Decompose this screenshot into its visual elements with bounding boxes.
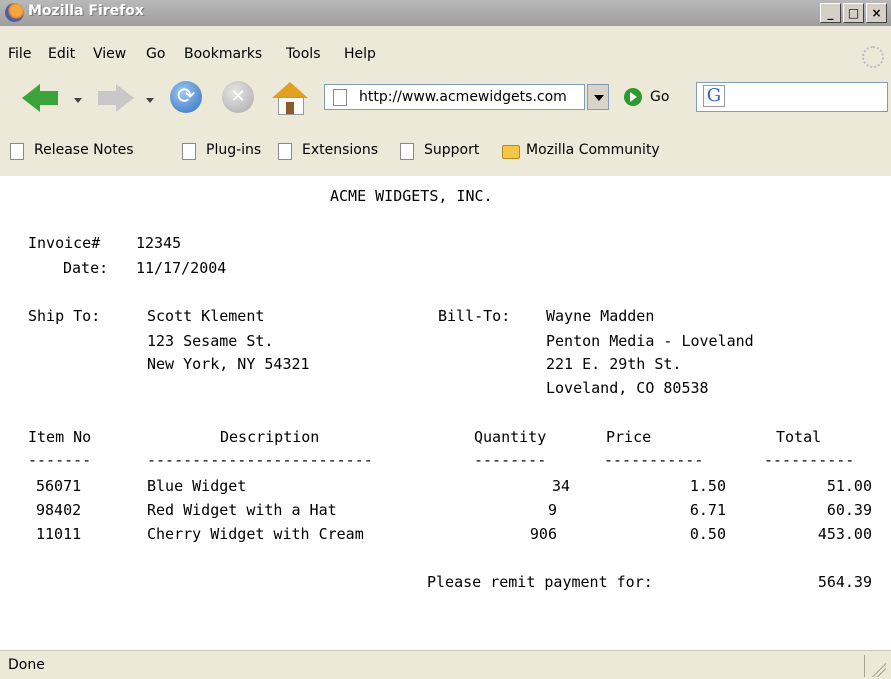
- header-total: Total: [776, 428, 822, 446]
- forward-button[interactable]: [96, 80, 134, 116]
- remit-total: 564.39: [817, 573, 872, 591]
- menu-view[interactable]: View: [93, 46, 126, 62]
- menu-edit[interactable]: Edit: [48, 46, 75, 62]
- cell-description: Blue Widget: [147, 477, 247, 495]
- bill-to-line: Wayne Madden: [546, 307, 655, 325]
- bookmark-support[interactable]: Support: [400, 142, 490, 162]
- stop-button[interactable]: ✕: [220, 80, 256, 116]
- date-label: Date:: [63, 259, 109, 277]
- menu-bar: File Edit View Go Bookmarks Tools Help: [0, 26, 891, 69]
- throbber-icon: [862, 46, 884, 68]
- remit-label: Please remit payment for:: [427, 573, 653, 591]
- search-engine-icon[interactable]: G: [703, 85, 725, 107]
- invoice-date: 11/17/2004: [136, 259, 227, 277]
- status-text: Done: [8, 657, 45, 673]
- cell-price: 6.71: [689, 501, 726, 519]
- back-history-dropdown[interactable]: [74, 98, 82, 103]
- forward-arrow-icon: [116, 84, 134, 112]
- invoice-number: 12345: [136, 234, 182, 252]
- cell-total: 60.39: [826, 501, 872, 519]
- invoice-label: Invoice#: [28, 234, 101, 252]
- page-icon: [10, 143, 24, 160]
- url-text[interactable]: http://www.acmewidgets.com: [359, 89, 581, 105]
- bill-to-line: Loveland, CO 80538: [546, 379, 709, 397]
- ship-to-line: 123 Sesame St.: [147, 332, 274, 350]
- menu-go[interactable]: Go: [146, 46, 165, 62]
- header-description: Description: [220, 428, 320, 446]
- resize-grip-icon[interactable]: [870, 661, 886, 677]
- cell-description: Cherry Widget with Cream: [147, 525, 364, 543]
- separator: -------------------------: [147, 451, 373, 469]
- menu-tools[interactable]: Tools: [286, 46, 321, 62]
- search-box[interactable]: G: [696, 82, 888, 112]
- forward-history-dropdown[interactable]: [146, 98, 154, 103]
- home-icon: [272, 82, 308, 98]
- url-history-dropdown[interactable]: [587, 84, 609, 110]
- reload-icon: ⟳: [176, 84, 196, 109]
- stop-icon: ✕: [230, 86, 246, 107]
- url-bar[interactable]: http://www.acmewidgets.com: [324, 84, 585, 110]
- window-title: Mozilla Firefox: [28, 3, 144, 19]
- title-bar: Mozilla Firefox _ □ ×: [0, 0, 891, 26]
- cell-price: 1.50: [689, 477, 726, 495]
- bookmark-extensions[interactable]: Extensions: [278, 142, 388, 162]
- page-icon: [400, 143, 414, 160]
- ship-to-label: Ship To:: [28, 307, 101, 325]
- bill-to-line: 221 E. 29th St.: [546, 355, 682, 373]
- cell-item-no: 98402: [36, 501, 82, 519]
- maximize-button[interactable]: □: [843, 3, 864, 23]
- page-content: ACME WIDGETS, INC. Invoice# 12345 Date: …: [0, 176, 891, 650]
- separator: -----------: [604, 451, 704, 469]
- folder-icon: [502, 145, 520, 159]
- cell-quantity: 906: [529, 525, 557, 543]
- separator: ----------: [764, 451, 855, 469]
- page-icon: [333, 89, 347, 106]
- bill-to-line: Penton Media - Loveland: [546, 332, 754, 350]
- reload-button[interactable]: ⟳: [168, 80, 204, 116]
- cell-quantity: 34: [551, 477, 570, 495]
- separator: -------: [28, 451, 92, 469]
- home-button[interactable]: [270, 80, 310, 116]
- cell-total: 51.00: [826, 477, 872, 495]
- status-bar: Done: [0, 650, 891, 679]
- bookmark-release-notes[interactable]: Release Notes: [10, 142, 160, 162]
- bookmark-plug-ins[interactable]: Plug-ins: [182, 142, 272, 162]
- ship-to-line: New York, NY 54321: [147, 355, 310, 373]
- cell-price: 0.50: [689, 525, 726, 543]
- cell-total: 453.00: [817, 525, 872, 543]
- close-button[interactable]: ×: [866, 3, 887, 23]
- go-label: Go: [650, 89, 670, 105]
- menu-bookmarks[interactable]: Bookmarks: [184, 46, 262, 62]
- company-name: ACME WIDGETS, INC.: [330, 187, 493, 205]
- header-item-no: Item No: [28, 428, 92, 446]
- chevron-down-icon: [594, 95, 604, 101]
- go-arrow-icon: [624, 88, 642, 106]
- menu-file[interactable]: File: [8, 46, 31, 62]
- cell-item-no: 11011: [36, 525, 82, 543]
- bookmarks-toolbar: Release Notes Plug-ins Extensions Suppor…: [0, 128, 891, 178]
- ship-to-line: Scott Klement: [147, 307, 265, 325]
- minimize-button[interactable]: _: [820, 3, 841, 23]
- navigation-toolbar: ⟳ ✕ http://www.acmewidgets.com Go G: [0, 68, 891, 129]
- bill-to-label: Bill-To:: [438, 307, 511, 325]
- firefox-logo-icon: [5, 3, 24, 22]
- cell-quantity: 9: [547, 501, 557, 519]
- cell-description: Red Widget with a Hat: [147, 501, 337, 519]
- bookmark-mozilla-community[interactable]: Mozilla Community: [502, 142, 672, 162]
- menu-help[interactable]: Help: [344, 46, 376, 62]
- page-icon: [278, 143, 292, 160]
- header-price: Price: [606, 428, 652, 446]
- page-icon: [182, 143, 196, 160]
- browser-window: Mozilla Firefox _ □ × File Edit View Go …: [0, 0, 891, 679]
- header-quantity: Quantity: [474, 428, 547, 446]
- back-button[interactable]: [22, 80, 60, 116]
- cell-item-no: 56071: [36, 477, 82, 495]
- separator: --------: [474, 451, 547, 469]
